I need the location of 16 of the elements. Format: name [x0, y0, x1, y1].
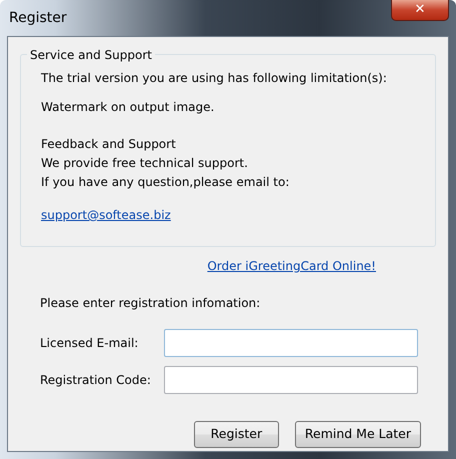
- field-label: Licensed E-mail:: [40, 335, 140, 352]
- input-field[interactable]: [164, 366, 418, 394]
- close-button[interactable]: ✕: [391, 0, 449, 21]
- register-button[interactable]: Register: [194, 421, 279, 448]
- window-title: Register: [8, 9, 67, 28]
- info-text: Watermark on output image.: [41, 99, 216, 116]
- email-link[interactable]: support@softease.biz: [41, 208, 171, 222]
- info-text: The trial version you are using has following limitation(s):: [41, 70, 388, 87]
- remind-later-button[interactable]: Remind Me Later: [294, 421, 421, 448]
- info-text: If you have any question,please email to:: [41, 174, 290, 191]
- prompt-text: Please enter registration infomation:: [40, 295, 262, 312]
- field-label: Registration Code:: [40, 372, 152, 389]
- input-field[interactable]: [164, 329, 418, 357]
- order-link[interactable]: Order iGreetingCard Online!: [207, 257, 376, 275]
- info-text: We provide free technical support.: [41, 155, 249, 172]
- section-heading: Feedback and Support: [41, 136, 177, 153]
